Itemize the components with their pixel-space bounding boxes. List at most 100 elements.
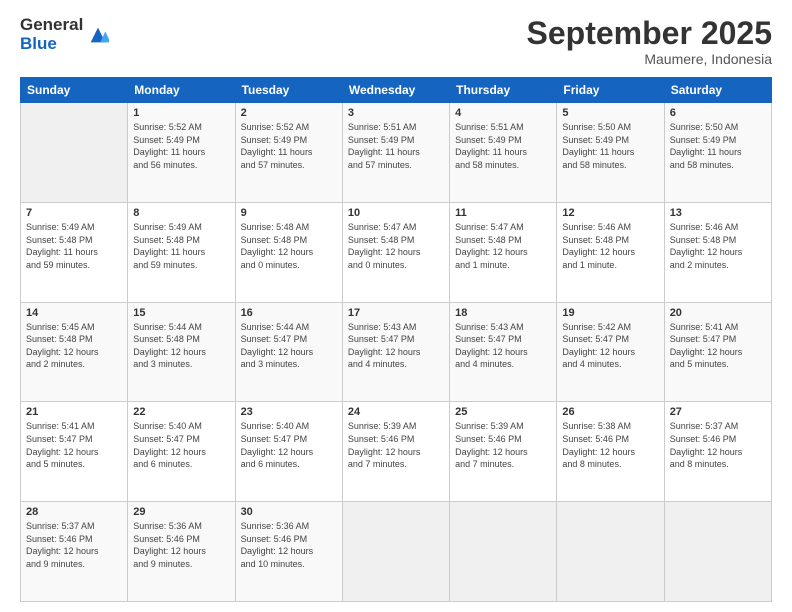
cell-2-5: 19Sunrise: 5:42 AMSunset: 5:47 PMDayligh…: [557, 302, 664, 402]
day-info: Sunrise: 5:52 AMSunset: 5:49 PMDaylight:…: [241, 121, 337, 171]
month-title: September 2025: [527, 16, 772, 51]
cell-3-2: 23 Sunrise: 5:40 AMSunset: 5:47 PMDayligh…: [235, 402, 342, 502]
day-info: Sunrise: 5:38 AMSunset: 5:46 PMDaylight:…: [562, 420, 658, 470]
day-info: Sunrise: 5:39 AMSunset: 5:46 PMDaylight:…: [455, 420, 551, 470]
day-number: 10: [348, 207, 444, 219]
day-number: 28: [26, 506, 122, 518]
day-number: 19: [562, 307, 658, 319]
day-info: Sunrise: 5:40 AMSunset: 5:47 PMDaylight:…: [133, 420, 229, 470]
day-info: Sunrise: 5:36 AMSunset: 5:46 PMDaylight:…: [133, 520, 229, 570]
day-number: 2: [241, 107, 337, 119]
day-info: Sunrise: 5:47 AMSunset: 5:48 PMDaylight:…: [455, 221, 551, 271]
cell-4-3: [342, 502, 449, 602]
day-info: Sunrise: 5:40 AMSunset: 5:47 PMDaylight:…: [241, 420, 337, 470]
cell-2-2: 16 Sunrise: 5:44 AMSunset: 5:47 PMDayligh…: [235, 302, 342, 402]
col-wednesday: Wednesday: [342, 78, 449, 103]
week-row-4: 28 Sunrise: 5:37 AMSunset: 5:46 PMDayligh…: [21, 502, 772, 602]
week-row-0: 1 Sunrise: 5:52 AMSunset: 5:49 PMDaylight…: [21, 103, 772, 203]
location: Maumere, Indonesia: [527, 51, 772, 67]
cell-2-6: 20Sunrise: 5:41 AMSunset: 5:47 PMDayligh…: [664, 302, 771, 402]
day-number: 1: [133, 107, 229, 119]
day-number: 4: [455, 107, 551, 119]
cell-1-1: 8Sunrise: 5:49 AMSunset: 5:48 PMDaylight…: [128, 202, 235, 302]
day-info: Sunrise: 5:46 AMSunset: 5:48 PMDaylight:…: [562, 221, 658, 271]
cell-0-3: 3 Sunrise: 5:51 AMSunset: 5:49 PMDaylight…: [342, 103, 449, 203]
day-number: 29: [133, 506, 229, 518]
logo-blue-text: Blue: [20, 35, 83, 54]
cell-3-4: 25 Sunrise: 5:39 AMSunset: 5:46 PMDayligh…: [450, 402, 557, 502]
day-info: Sunrise: 5:51 AMSunset: 5:49 PMDaylight:…: [348, 121, 444, 171]
day-number: 9: [241, 207, 337, 219]
day-number: 8: [133, 207, 229, 219]
cell-1-3: 10Sunrise: 5:47 AMSunset: 5:48 PMDayligh…: [342, 202, 449, 302]
day-info: Sunrise: 5:37 AMSunset: 5:46 PMDaylight:…: [26, 520, 122, 570]
cell-3-3: 24 Sunrise: 5:39 AMSunset: 5:46 PMDayligh…: [342, 402, 449, 502]
day-info: Sunrise: 5:43 AMSunset: 5:47 PMDaylight:…: [455, 321, 551, 371]
cell-2-3: 17 Sunrise: 5:43 AMSunset: 5:47 PMDayligh…: [342, 302, 449, 402]
cell-0-4: 4 Sunrise: 5:51 AMSunset: 5:49 PMDaylight…: [450, 103, 557, 203]
day-info: Sunrise: 5:44 AMSunset: 5:48 PMDaylight:…: [133, 321, 229, 371]
day-number: 16: [241, 307, 337, 319]
day-number: 22: [133, 406, 229, 418]
day-info: Sunrise: 5:44 AMSunset: 5:47 PMDaylight:…: [241, 321, 337, 371]
day-number: 20: [670, 307, 766, 319]
cell-1-2: 9Sunrise: 5:48 AMSunset: 5:48 PMDaylight…: [235, 202, 342, 302]
cell-2-0: 14 Sunrise: 5:45 AMSunset: 5:48 PMDayligh…: [21, 302, 128, 402]
week-row-3: 21Sunrise: 5:41 AMSunset: 5:47 PMDayligh…: [21, 402, 772, 502]
logo: General Blue: [20, 16, 109, 53]
day-number: 13: [670, 207, 766, 219]
cell-2-1: 15 Sunrise: 5:44 AMSunset: 5:48 PMDayligh…: [128, 302, 235, 402]
day-info: Sunrise: 5:39 AMSunset: 5:46 PMDaylight:…: [348, 420, 444, 470]
day-info: Sunrise: 5:51 AMSunset: 5:49 PMDaylight:…: [455, 121, 551, 171]
day-number: 5: [562, 107, 658, 119]
day-number: 25: [455, 406, 551, 418]
day-number: 30: [241, 506, 337, 518]
col-thursday: Thursday: [450, 78, 557, 103]
day-info: Sunrise: 5:46 AMSunset: 5:48 PMDaylight:…: [670, 221, 766, 271]
day-number: 18: [455, 307, 551, 319]
cell-3-0: 21Sunrise: 5:41 AMSunset: 5:47 PMDayligh…: [21, 402, 128, 502]
col-tuesday: Tuesday: [235, 78, 342, 103]
day-info: Sunrise: 5:49 AMSunset: 5:48 PMDaylight:…: [26, 221, 122, 271]
cell-4-6: [664, 502, 771, 602]
day-number: 11: [455, 207, 551, 219]
cell-0-2: 2 Sunrise: 5:52 AMSunset: 5:49 PMDaylight…: [235, 103, 342, 203]
day-info: Sunrise: 5:50 AMSunset: 5:49 PMDaylight:…: [670, 121, 766, 171]
day-number: 3: [348, 107, 444, 119]
cell-3-1: 22 Sunrise: 5:40 AMSunset: 5:47 PMDayligh…: [128, 402, 235, 502]
week-row-2: 14 Sunrise: 5:45 AMSunset: 5:48 PMDayligh…: [21, 302, 772, 402]
day-info: Sunrise: 5:45 AMSunset: 5:48 PMDaylight:…: [26, 321, 122, 371]
cell-4-5: [557, 502, 664, 602]
day-info: Sunrise: 5:37 AMSunset: 5:46 PMDaylight:…: [670, 420, 766, 470]
day-number: 15: [133, 307, 229, 319]
cell-3-6: 27 Sunrise: 5:37 AMSunset: 5:46 PMDayligh…: [664, 402, 771, 502]
cell-3-5: 26 Sunrise: 5:38 AMSunset: 5:46 PMDayligh…: [557, 402, 664, 502]
cell-2-4: 18 Sunrise: 5:43 AMSunset: 5:47 PMDayligh…: [450, 302, 557, 402]
cell-1-0: 7 Sunrise: 5:49 AMSunset: 5:48 PMDaylight…: [21, 202, 128, 302]
day-number: 23: [241, 406, 337, 418]
day-number: 7: [26, 207, 122, 219]
week-row-1: 7 Sunrise: 5:49 AMSunset: 5:48 PMDaylight…: [21, 202, 772, 302]
page: General Blue September 2025 Maumere, Ind…: [0, 0, 792, 612]
day-info: Sunrise: 5:43 AMSunset: 5:47 PMDaylight:…: [348, 321, 444, 371]
day-number: 14: [26, 307, 122, 319]
day-info: Sunrise: 5:50 AMSunset: 5:49 PMDaylight:…: [562, 121, 658, 171]
cell-1-4: 11 Sunrise: 5:47 AMSunset: 5:48 PMDayligh…: [450, 202, 557, 302]
col-friday: Friday: [557, 78, 664, 103]
day-number: 12: [562, 207, 658, 219]
day-number: 24: [348, 406, 444, 418]
col-saturday: Saturday: [664, 78, 771, 103]
day-info: Sunrise: 5:36 AMSunset: 5:46 PMDaylight:…: [241, 520, 337, 570]
header-row: Sunday Monday Tuesday Wednesday Thursday…: [21, 78, 772, 103]
day-number: 21: [26, 406, 122, 418]
day-number: 26: [562, 406, 658, 418]
header: General Blue September 2025 Maumere, Ind…: [20, 16, 772, 67]
day-number: 27: [670, 406, 766, 418]
cell-4-2: 30 Sunrise: 5:36 AMSunset: 5:46 PMDayligh…: [235, 502, 342, 602]
cell-1-5: 12 Sunrise: 5:46 AMSunset: 5:48 PMDayligh…: [557, 202, 664, 302]
day-number: 17: [348, 307, 444, 319]
logo-icon: [87, 24, 109, 46]
cell-0-1: 1Sunrise: 5:52 AMSunset: 5:49 PMDaylight…: [128, 103, 235, 203]
cell-0-6: 6Sunrise: 5:50 AMSunset: 5:49 PMDaylight…: [664, 103, 771, 203]
cell-0-0: [21, 103, 128, 203]
